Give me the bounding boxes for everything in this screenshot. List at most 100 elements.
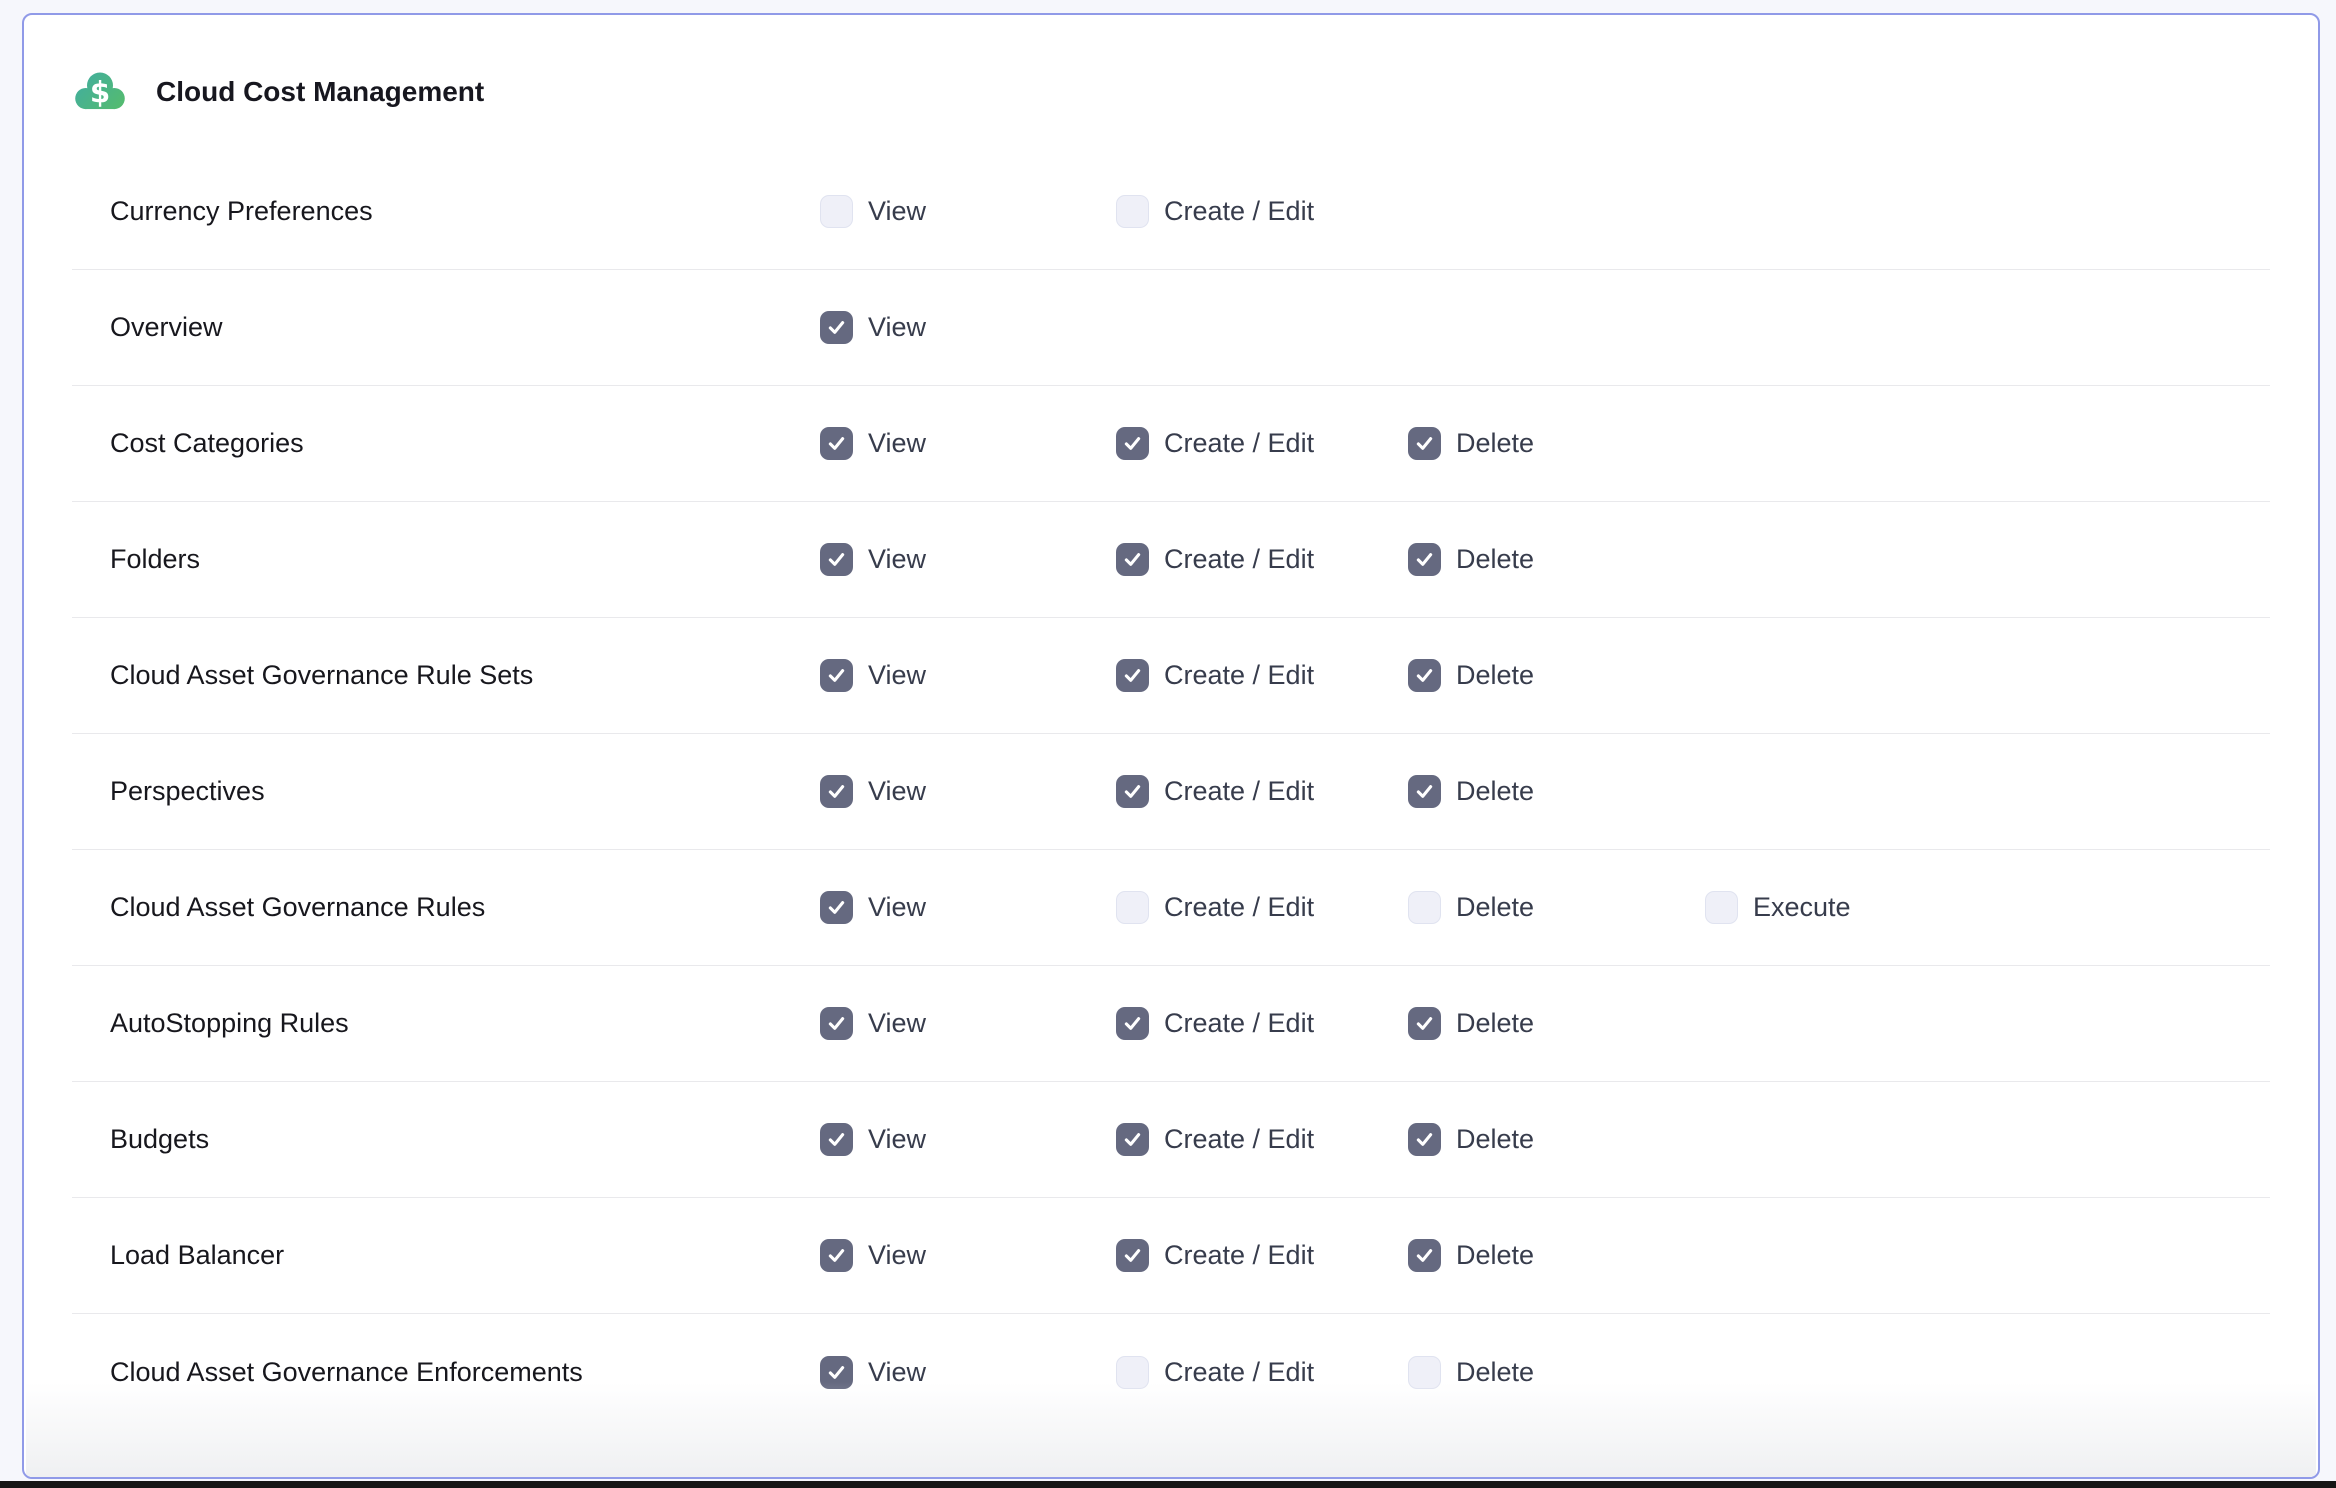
view-checkbox-group[interactable]: View (820, 1123, 1116, 1156)
view-checkbox[interactable] (820, 1239, 853, 1272)
checkbox-label: Create / Edit (1164, 428, 1314, 459)
view-checkbox-group[interactable]: View (820, 891, 1116, 924)
create-edit-checkbox[interactable] (1116, 1007, 1149, 1040)
view-checkbox-group[interactable]: View (820, 775, 1116, 808)
check-icon (826, 433, 847, 454)
create-edit-checkbox-group[interactable]: Create / Edit (1116, 543, 1408, 576)
resource-label: Cost Categories (110, 428, 820, 459)
check-icon (826, 781, 847, 802)
view-checkbox[interactable] (820, 1007, 853, 1040)
table-row: Load Balancer View Create / Edit Delete (72, 1198, 2270, 1314)
delete-checkbox[interactable] (1408, 427, 1441, 460)
check-icon (1414, 433, 1435, 454)
page-title: Cloud Cost Management (156, 76, 484, 108)
view-checkbox-group[interactable]: View (820, 659, 1116, 692)
create-edit-checkbox-group[interactable]: Create / Edit (1116, 1123, 1408, 1156)
create-edit-checkbox[interactable] (1116, 1356, 1149, 1389)
view-checkbox-group[interactable]: View (820, 311, 1116, 344)
checkbox-label: Delete (1456, 660, 1534, 691)
delete-checkbox[interactable] (1408, 775, 1441, 808)
delete-checkbox-group[interactable]: Delete (1408, 1356, 1705, 1389)
checkbox-label: View (868, 196, 926, 227)
view-checkbox[interactable] (820, 195, 853, 228)
create-edit-checkbox-group[interactable]: Create / Edit (1116, 1239, 1408, 1272)
create-edit-checkbox[interactable] (1116, 1123, 1149, 1156)
execute-checkbox-group[interactable]: Execute (1705, 891, 2005, 924)
check-icon (1122, 433, 1143, 454)
check-icon (826, 897, 847, 918)
checkbox-label: Delete (1456, 544, 1534, 575)
check-icon (826, 1362, 847, 1383)
delete-checkbox[interactable] (1408, 543, 1441, 576)
view-checkbox[interactable] (820, 1356, 853, 1389)
checkbox-label: Create / Edit (1164, 892, 1314, 923)
table-row: Cloud Asset Governance Rule Sets View Cr… (72, 618, 2270, 734)
create-edit-checkbox-group[interactable]: Create / Edit (1116, 1356, 1408, 1389)
delete-checkbox-group[interactable]: Delete (1408, 891, 1705, 924)
checkbox-label: View (868, 1124, 926, 1155)
create-edit-checkbox[interactable] (1116, 1239, 1149, 1272)
resource-label: Budgets (110, 1124, 820, 1155)
delete-checkbox[interactable] (1408, 1007, 1441, 1040)
view-checkbox-group[interactable]: View (820, 1356, 1116, 1389)
create-edit-checkbox[interactable] (1116, 775, 1149, 808)
table-row: Budgets View Create / Edit Delete (72, 1082, 2270, 1198)
check-icon (826, 665, 847, 686)
view-checkbox[interactable] (820, 1123, 853, 1156)
create-edit-checkbox[interactable] (1116, 543, 1149, 576)
checkbox-label: Delete (1456, 1124, 1534, 1155)
resource-label: Cloud Asset Governance Enforcements (110, 1357, 820, 1388)
view-checkbox[interactable] (820, 311, 853, 344)
view-checkbox-group[interactable]: View (820, 195, 1116, 228)
view-checkbox-group[interactable]: View (820, 427, 1116, 460)
create-edit-checkbox[interactable] (1116, 891, 1149, 924)
table-row: Cloud Asset Governance Enforcements View… (72, 1314, 2270, 1430)
checkbox-label: Delete (1456, 892, 1534, 923)
create-edit-checkbox-group[interactable]: Create / Edit (1116, 775, 1408, 808)
bottom-edge-bar (0, 1481, 2336, 1488)
view-checkbox[interactable] (820, 659, 853, 692)
delete-checkbox-group[interactable]: Delete (1408, 659, 1705, 692)
create-edit-checkbox-group[interactable]: Create / Edit (1116, 891, 1408, 924)
delete-checkbox[interactable] (1408, 659, 1441, 692)
create-edit-checkbox-group[interactable]: Create / Edit (1116, 195, 1408, 228)
table-row: Cloud Asset Governance Rules View Create… (72, 850, 2270, 966)
checkbox-label: View (868, 544, 926, 575)
create-edit-checkbox-group[interactable]: Create / Edit (1116, 659, 1408, 692)
create-edit-checkbox[interactable] (1116, 195, 1149, 228)
checkbox-label: Create / Edit (1164, 196, 1314, 227)
check-icon (1122, 665, 1143, 686)
delete-checkbox-group[interactable]: Delete (1408, 1123, 1705, 1156)
delete-checkbox[interactable] (1408, 1239, 1441, 1272)
view-checkbox[interactable] (820, 891, 853, 924)
cloud-dollar-icon: $ (74, 69, 126, 115)
delete-checkbox[interactable] (1408, 891, 1441, 924)
view-checkbox-group[interactable]: View (820, 543, 1116, 576)
delete-checkbox-group[interactable]: Delete (1408, 427, 1705, 460)
check-icon (826, 1245, 847, 1266)
view-checkbox[interactable] (820, 543, 853, 576)
check-icon (1122, 549, 1143, 570)
check-icon (1122, 1245, 1143, 1266)
check-icon (826, 317, 847, 338)
create-edit-checkbox[interactable] (1116, 659, 1149, 692)
resource-label: Cloud Asset Governance Rules (110, 892, 820, 923)
create-edit-checkbox-group[interactable]: Create / Edit (1116, 1007, 1408, 1040)
view-checkbox-group[interactable]: View (820, 1239, 1116, 1272)
delete-checkbox-group[interactable]: Delete (1408, 775, 1705, 808)
create-edit-checkbox[interactable] (1116, 427, 1149, 460)
delete-checkbox-group[interactable]: Delete (1408, 1239, 1705, 1272)
checkbox-label: View (868, 1008, 926, 1039)
execute-checkbox[interactable] (1705, 891, 1738, 924)
delete-checkbox-group[interactable]: Delete (1408, 543, 1705, 576)
view-checkbox[interactable] (820, 775, 853, 808)
delete-checkbox[interactable] (1408, 1356, 1441, 1389)
delete-checkbox-group[interactable]: Delete (1408, 1007, 1705, 1040)
view-checkbox-group[interactable]: View (820, 1007, 1116, 1040)
create-edit-checkbox-group[interactable]: Create / Edit (1116, 427, 1408, 460)
checkbox-label: Create / Edit (1164, 1240, 1314, 1271)
checkbox-label: Delete (1456, 1240, 1534, 1271)
view-checkbox[interactable] (820, 427, 853, 460)
check-icon (1414, 1129, 1435, 1150)
delete-checkbox[interactable] (1408, 1123, 1441, 1156)
